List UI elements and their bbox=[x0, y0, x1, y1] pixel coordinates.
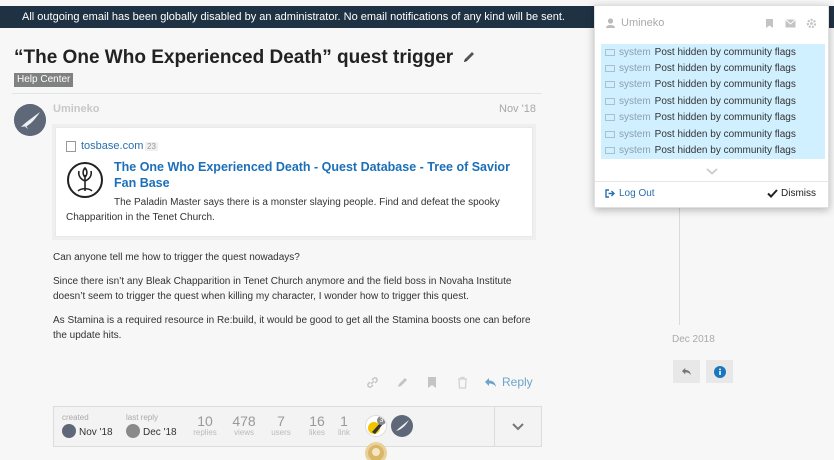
links-label: link bbox=[337, 428, 350, 437]
notification-item[interactable]: system Post hidden by community flags bbox=[601, 76, 825, 94]
users-label: users bbox=[271, 428, 291, 437]
post-username[interactable]: Umineko bbox=[53, 103, 99, 115]
logout-button[interactable]: Log Out bbox=[605, 188, 655, 199]
envelope-icon bbox=[605, 81, 615, 89]
page-icon bbox=[66, 141, 76, 152]
notification-item[interactable]: system Post hidden by community flags bbox=[601, 142, 825, 159]
likes-stat: 16 likes bbox=[302, 413, 332, 437]
notification-item[interactable]: system Post hidden by community flags bbox=[601, 109, 825, 126]
participant-avatar[interactable]: 3 bbox=[365, 415, 387, 437]
dismiss-label: Dismiss bbox=[781, 188, 816, 199]
timeline-scroller[interactable] bbox=[679, 208, 680, 325]
sign-out-icon bbox=[605, 189, 615, 198]
reply-button[interactable]: Reply bbox=[484, 375, 533, 389]
edit-icon[interactable] bbox=[394, 374, 410, 390]
last-reply-label: last reply bbox=[126, 413, 159, 422]
user-menu-username: Umineko bbox=[621, 17, 665, 29]
onebox-title-link[interactable]: The One Who Experienced Death - Quest Da… bbox=[114, 159, 524, 191]
logout-label: Log Out bbox=[619, 188, 655, 199]
category-badge[interactable]: Help Center bbox=[14, 73, 74, 87]
topic-title-text[interactable]: “The One Who Experienced Death” quest tr… bbox=[14, 47, 453, 68]
onebox-description: The Paladin Master says there is a monst… bbox=[66, 197, 500, 223]
messages-icon[interactable] bbox=[784, 17, 797, 30]
user-icon bbox=[606, 18, 615, 28]
chevron-down-icon bbox=[512, 422, 524, 430]
envelope-icon bbox=[605, 114, 615, 122]
last-reply-stat[interactable]: last reply Dec '18 bbox=[126, 413, 177, 438]
created-stat[interactable]: created Nov '18 bbox=[62, 413, 113, 438]
notification-item[interactable]: system Post hidden by community flags bbox=[601, 125, 825, 143]
topic-title[interactable]: “The One Who Experienced Death” quest tr… bbox=[14, 47, 476, 69]
users-count: 7 bbox=[277, 413, 285, 429]
participants: 3 bbox=[365, 415, 439, 460]
link-icon[interactable] bbox=[364, 374, 380, 390]
post-actions: Reply bbox=[364, 374, 533, 390]
reply-label: Reply bbox=[502, 375, 533, 389]
replies-stat: 10 replies bbox=[190, 413, 220, 437]
divider bbox=[595, 181, 828, 182]
timeline-reply-button[interactable] bbox=[673, 360, 700, 383]
views-count: 478 bbox=[232, 413, 256, 429]
participant-avatar[interactable] bbox=[365, 442, 387, 460]
topic-map: created Nov '18 last reply Dec '18 10 re… bbox=[53, 406, 542, 460]
chevron-down-icon bbox=[705, 168, 718, 175]
user-menu-profile[interactable]: Umineko bbox=[606, 17, 664, 29]
reply-icon bbox=[682, 367, 691, 376]
envelope-icon bbox=[605, 65, 615, 73]
envelope-icon bbox=[605, 147, 615, 155]
bookmark-icon[interactable] bbox=[424, 374, 440, 390]
notification-item[interactable]: system Post hidden by community flags bbox=[601, 93, 825, 110]
envelope-icon bbox=[605, 130, 615, 138]
avatar[interactable] bbox=[14, 104, 46, 136]
replies-count: 10 bbox=[197, 413, 213, 429]
created-label: created bbox=[62, 413, 89, 422]
user-menu-panel: Umineko system Post hidden by community f… bbox=[594, 5, 829, 208]
envelope-icon bbox=[605, 48, 615, 56]
divider bbox=[12, 93, 542, 94]
links-count: 1 bbox=[340, 413, 348, 429]
created-date: Nov '18 bbox=[79, 427, 113, 438]
links-stat[interactable]: 1 link bbox=[334, 413, 354, 437]
trash-icon[interactable] bbox=[454, 374, 470, 390]
post-date[interactable]: Nov '18 bbox=[499, 103, 536, 115]
info-icon bbox=[713, 365, 726, 378]
notification-item[interactable]: system Post hidden by community flags bbox=[601, 44, 825, 61]
link-onebox: tosbase.com 23 The One Who Experienced D… bbox=[55, 127, 533, 237]
bookmarks-icon[interactable] bbox=[763, 17, 776, 30]
envelope-icon bbox=[605, 97, 615, 105]
avatar bbox=[126, 424, 140, 438]
post-paragraph: As Stamina is a required resource in Re:… bbox=[53, 315, 531, 341]
more-notifications-button[interactable] bbox=[595, 162, 828, 180]
dismiss-button[interactable]: Dismiss bbox=[767, 188, 816, 199]
post-body: Can anyone tell me how to trigger the qu… bbox=[53, 250, 533, 352]
edit-pencil-icon[interactable] bbox=[462, 48, 476, 62]
notification-item[interactable]: system Post hidden by community flags bbox=[601, 60, 825, 77]
views-stat: 478 views bbox=[229, 413, 259, 437]
views-label: views bbox=[233, 428, 254, 437]
last-reply-date: Dec '18 bbox=[143, 427, 177, 438]
timeline-date[interactable]: Dec 2018 bbox=[672, 334, 715, 345]
tree-of-savior-logo-icon bbox=[66, 161, 104, 199]
avatar bbox=[62, 424, 76, 438]
notification-level-button[interactable] bbox=[706, 360, 733, 383]
likes-label: likes bbox=[308, 428, 325, 437]
click-count-badge: 23 bbox=[145, 142, 158, 151]
onebox-site-link[interactable]: tosbase.com bbox=[81, 140, 143, 152]
check-icon bbox=[767, 189, 778, 198]
users-stat: 7 users bbox=[266, 413, 296, 437]
post-paragraph: Since there isn’t any Bleak Chapparition… bbox=[53, 276, 512, 302]
participant-count-badge: 3 bbox=[377, 416, 386, 425]
notification-list: system Post hidden by community flags sys… bbox=[601, 44, 825, 159]
participant-avatar[interactable] bbox=[391, 415, 414, 437]
likes-count: 16 bbox=[309, 413, 325, 429]
expand-topic-map-button[interactable] bbox=[494, 407, 541, 446]
post-paragraph: Can anyone tell me how to trigger the qu… bbox=[53, 252, 300, 263]
replies-label: replies bbox=[193, 428, 217, 437]
gear-icon[interactable] bbox=[805, 17, 818, 30]
